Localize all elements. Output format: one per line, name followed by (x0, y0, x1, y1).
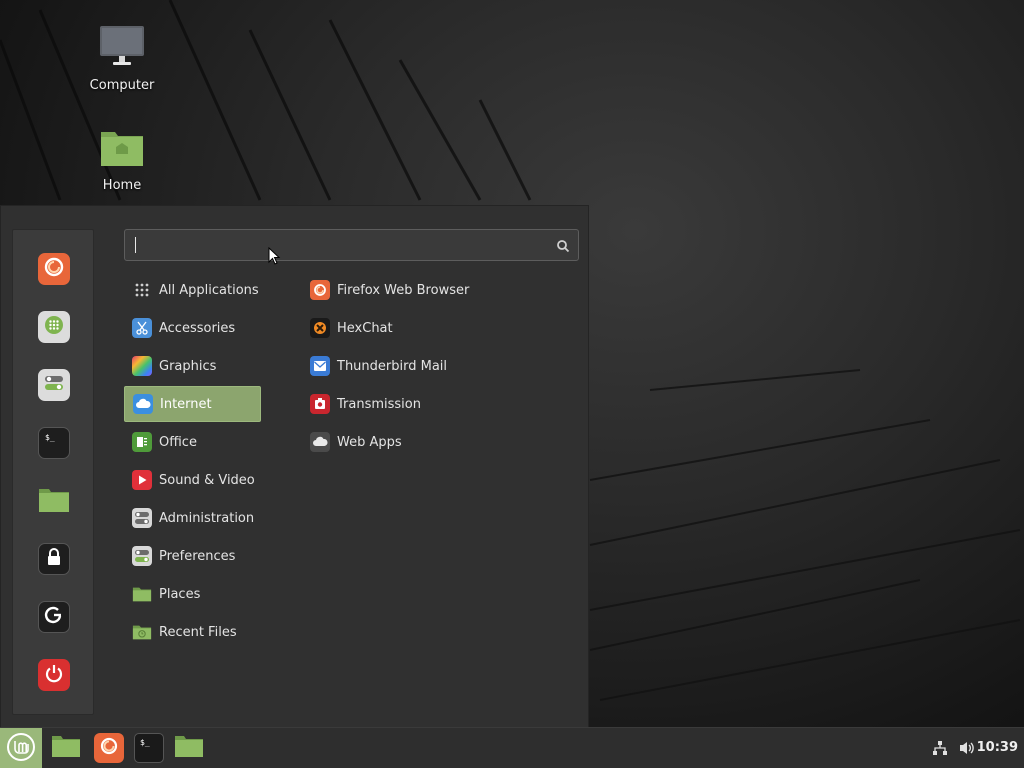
desktop-icon-computer[interactable]: Computer (77, 24, 167, 93)
app-label: Firefox Web Browser (337, 282, 470, 298)
category-label: Recent Files (159, 624, 237, 640)
desktop-folder-icon (51, 734, 81, 762)
category-label: Administration (159, 510, 255, 526)
cloud-icon (133, 394, 153, 414)
terminal-icon: $_ (43, 430, 65, 456)
category-preferences[interactable]: Preferences (124, 538, 261, 574)
app-hexchat[interactable]: HexChat (302, 310, 572, 346)
app-label: Transmission (337, 396, 421, 412)
app-web-apps[interactable]: Web Apps (302, 424, 572, 460)
category-administration[interactable]: Administration (124, 500, 261, 536)
clock[interactable]: 10:39 (977, 740, 1018, 755)
app-label: HexChat (337, 320, 393, 336)
menu-button[interactable] (0, 728, 42, 768)
terminal-icon: $_ (138, 735, 160, 761)
favorite-quit[interactable] (38, 659, 70, 691)
folder-icon (174, 734, 204, 762)
category-accessories[interactable]: Accessories (124, 310, 261, 346)
application-menu: $_ All Applications Accessories Graphics… (0, 205, 589, 727)
app-thunderbird[interactable]: Thunderbird Mail (302, 348, 572, 384)
category-internet[interactable]: Internet (124, 386, 261, 422)
category-label: Accessories (159, 320, 236, 336)
category-label: All Applications (159, 282, 259, 298)
network-icon[interactable] (932, 740, 948, 760)
office-icon (132, 432, 152, 452)
grid-icon (132, 280, 152, 300)
hexchat-icon (310, 318, 330, 338)
taskbar-firefox[interactable] (94, 733, 124, 763)
text-cursor (135, 237, 136, 253)
taskbar-show-desktop[interactable] (51, 733, 81, 763)
lock-icon (43, 546, 65, 572)
transmission-icon (310, 394, 330, 414)
play-icon (132, 470, 152, 490)
taskbar-terminal[interactable]: $_ (134, 733, 164, 763)
category-label: Places (159, 586, 201, 602)
folder-icon (132, 584, 152, 604)
desktop-icon-label: Home (102, 178, 142, 193)
app-transmission[interactable]: Transmission (302, 386, 572, 422)
logout-icon (43, 604, 65, 630)
svg-text:$_: $_ (45, 433, 55, 442)
favorite-files[interactable] (38, 485, 70, 517)
category-sound-video[interactable]: Sound & Video (124, 462, 261, 498)
firefox-icon (99, 736, 119, 760)
app-label: Thunderbird Mail (337, 358, 448, 374)
firefox-icon (43, 256, 65, 282)
desktop-icon-label: Computer (89, 78, 155, 93)
favorite-firefox[interactable] (38, 253, 70, 285)
scissors-icon (132, 318, 152, 338)
desktop-icon-home[interactable]: Home (77, 124, 167, 193)
recent-folder-icon (132, 622, 152, 642)
palette-icon (132, 356, 152, 376)
category-label: Sound & Video (159, 472, 255, 488)
folder-icon (38, 485, 70, 517)
favorite-system-settings[interactable] (38, 369, 70, 401)
monitor-icon (98, 24, 146, 72)
category-office[interactable]: Office (124, 424, 261, 460)
app-firefox[interactable]: Firefox Web Browser (302, 272, 572, 308)
category-label: Internet (160, 396, 212, 412)
taskbar-files[interactable] (174, 733, 204, 763)
preferences-toggle-icon (132, 546, 152, 566)
software-manager-icon (43, 314, 65, 340)
category-label: Office (159, 434, 197, 450)
category-graphics[interactable]: Graphics (124, 348, 261, 384)
settings-toggle-icon (43, 372, 65, 398)
firefox-icon (310, 280, 330, 300)
app-label: Web Apps (337, 434, 402, 450)
favorite-log-out[interactable] (38, 601, 70, 633)
power-icon (43, 662, 65, 688)
volume-icon[interactable] (958, 740, 976, 760)
taskbar: $_ 10:39 (0, 727, 1024, 768)
search-input[interactable] (124, 229, 579, 261)
thunderbird-icon (310, 356, 330, 376)
linux-mint-logo-icon (6, 732, 36, 766)
mouse-pointer-icon (268, 246, 282, 271)
favorite-terminal[interactable]: $_ (38, 427, 70, 459)
category-recent-files[interactable]: Recent Files (124, 614, 261, 650)
category-all-applications[interactable]: All Applications (124, 272, 261, 308)
svg-text:$_: $_ (140, 738, 150, 747)
category-label: Preferences (159, 548, 236, 564)
favorites-sidebar: $_ (12, 229, 94, 715)
admin-toggle-icon (132, 508, 152, 528)
home-folder-icon (98, 124, 146, 172)
favorite-lock-screen[interactable] (38, 543, 70, 575)
category-label: Graphics (159, 358, 217, 374)
favorite-software-manager[interactable] (38, 311, 70, 343)
category-places[interactable]: Places (124, 576, 261, 612)
search-icon[interactable] (556, 238, 570, 257)
web-apps-icon (310, 432, 330, 452)
